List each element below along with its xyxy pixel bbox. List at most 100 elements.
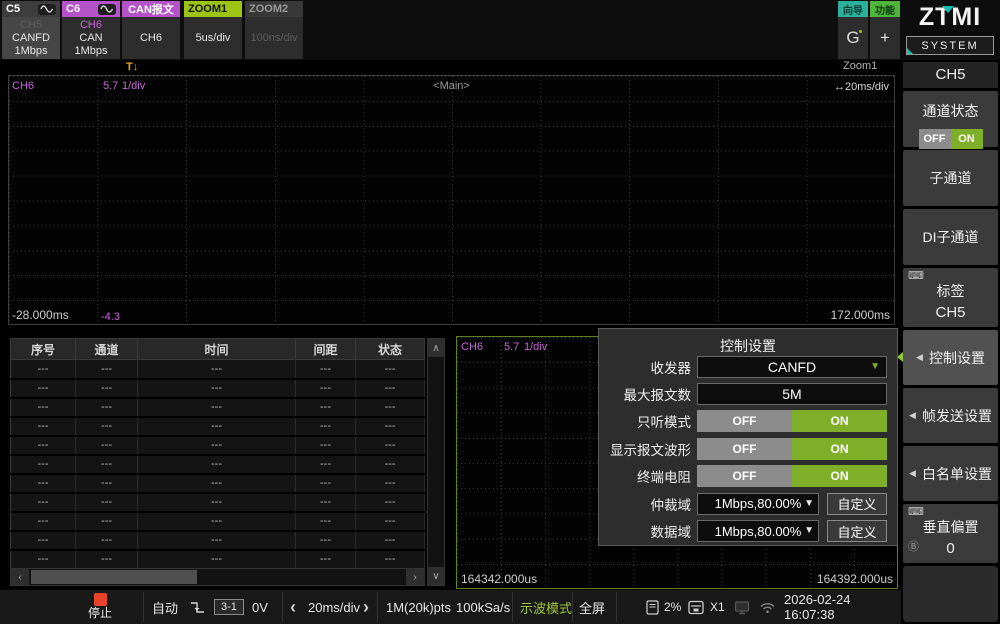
scroll-down-button[interactable]: ∨ <box>428 567 444 585</box>
sidebar-sub-channel[interactable]: 子通道 <box>903 150 998 206</box>
toggle-on[interactable]: ON <box>792 465 887 487</box>
scroll-up-button[interactable]: ∧ <box>428 339 444 357</box>
tab-c6[interactable]: C6 CH6 CAN 1Mbps <box>62 1 120 59</box>
max-frames-input[interactable]: 5M <box>697 383 887 405</box>
sidebar-whitelist-settings[interactable]: ◀白名单设置 <box>903 446 998 501</box>
timebase-decrease-button[interactable]: ‹ <box>290 590 296 624</box>
tab-zoom2-title: ZOOM2 <box>249 3 288 15</box>
sidebar-control-settings[interactable]: ◀控制设置 <box>903 330 998 385</box>
table-row[interactable]: --------------- <box>11 531 425 550</box>
message-list-panel: 序号通道时间间距状态 -----------------------------… <box>8 338 445 588</box>
tab-c5-header: C5 <box>2 1 60 17</box>
data-field-custom-button[interactable]: 自定义 <box>827 520 887 542</box>
terminal-resistor-toggle[interactable]: OFF ON <box>697 465 887 487</box>
table-row[interactable]: --------------- <box>11 512 425 531</box>
table-cell: --- <box>296 379 356 398</box>
tab-zoom1[interactable]: ZOOM1 5us/div <box>184 1 242 59</box>
show-frame-wave-toggle[interactable]: OFF ON <box>697 438 887 460</box>
table-row[interactable]: --------------- <box>11 360 425 379</box>
message-table: 序号通道时间间距状态 -----------------------------… <box>10 338 425 570</box>
main-time-left: -28.000ms <box>12 308 69 322</box>
table-cell: --- <box>11 417 76 436</box>
channel-state-toggle[interactable]: OFF ON <box>919 129 983 149</box>
table-row[interactable]: --------------- <box>11 436 425 455</box>
toggle-on[interactable]: ON <box>951 129 983 149</box>
toggle-off[interactable]: OFF <box>697 465 792 487</box>
datetime-value: 2026-02-24 16:07:38 <box>784 590 901 624</box>
table-cell: --- <box>356 512 425 531</box>
sidebar-frame-send-settings[interactable]: ◀帧发送设置 <box>903 388 998 443</box>
toggle-off[interactable]: OFF <box>697 438 792 460</box>
listen-only-toggle[interactable]: OFF ON <box>697 410 887 432</box>
scope-mode-label[interactable]: 示波模式 <box>520 590 572 624</box>
logo-triangle-icon <box>942 6 954 13</box>
scroll-right-button[interactable]: › <box>406 569 424 585</box>
timebase-value[interactable]: 20ms/div <box>308 590 360 624</box>
table-cell: --- <box>138 436 296 455</box>
tab-zoom1-timebase: 5us/div <box>184 32 242 45</box>
tab-c6-channel: CH6 <box>62 19 120 32</box>
sidebar-di-sub-channel[interactable]: DI子通道 <box>903 209 998 265</box>
arbitration-custom-button[interactable]: 自定义 <box>827 493 887 515</box>
monitor-icon <box>734 590 750 624</box>
scroll-left-button[interactable]: ‹ <box>11 569 29 585</box>
sidebar-vertical-offset[interactable]: ⌨ Ⓑ 垂直偏置 0 <box>903 504 998 563</box>
guide-button[interactable]: 向导 G <box>838 1 868 59</box>
table-row[interactable]: --------------- <box>11 455 425 474</box>
record-length-value[interactable]: 1M(20k)pts <box>386 590 451 624</box>
arbitration-select[interactable]: 1Mbps,80.00% ▼ <box>697 493 819 515</box>
tab-zoom2[interactable]: ZOOM2 100ns/div <box>245 1 303 59</box>
horizontal-scroll-thumb[interactable] <box>31 570 197 584</box>
table-row[interactable]: --------------- <box>11 398 425 417</box>
divider <box>282 592 283 622</box>
vertical-scrollbar[interactable]: ∧ ∨ <box>427 338 445 586</box>
horizontal-scrollbar[interactable]: ‹ › <box>10 568 425 586</box>
timebase-increase-button[interactable]: › <box>363 590 369 624</box>
listen-only-row: 只听模式 OFF ON <box>599 408 897 435</box>
divider <box>572 592 573 622</box>
scroll-left-icon: ‹ <box>18 572 21 583</box>
table-cell: --- <box>76 455 138 474</box>
divider <box>377 592 378 622</box>
battery-percent: 2% <box>664 590 681 624</box>
sample-rate-value[interactable]: 100kSa/s <box>456 590 510 624</box>
arbitration-value: 1Mbps,80.00% <box>697 493 819 515</box>
transceiver-select[interactable]: CANFD ▼ <box>697 356 887 378</box>
tab-c5[interactable]: C5 CH5 CANFD 1Mbps <box>2 1 60 59</box>
wifi-icon <box>759 590 776 624</box>
toggle-off[interactable]: OFF <box>919 129 951 149</box>
max-frames-value: 5M <box>697 383 887 405</box>
guide-icon: G <box>838 17 868 59</box>
sidebar-tag[interactable]: ⌨ 标签 CH5 <box>903 268 998 327</box>
trigger-source-box[interactable]: 3-1 <box>214 590 244 624</box>
table-row[interactable]: --------------- <box>11 379 425 398</box>
table-cell: --- <box>356 531 425 550</box>
toggle-off[interactable]: OFF <box>697 410 792 432</box>
table-row[interactable]: --------------- <box>11 474 425 493</box>
function-button[interactable]: 功能 + <box>870 1 900 59</box>
table-cell: --- <box>76 379 138 398</box>
toggle-on[interactable]: ON <box>792 410 887 432</box>
system-button[interactable]: SYSTEM <box>906 36 994 55</box>
storage-mult-value[interactable]: X1 <box>710 590 725 624</box>
trigger-position-marker[interactable]: T↓ <box>126 61 138 73</box>
table-row[interactable]: --------------- <box>11 417 425 436</box>
run-stop-control[interactable]: 停止 <box>78 592 122 620</box>
channel-state-label: 通道状态 <box>903 91 998 121</box>
toggle-on[interactable]: ON <box>792 438 887 460</box>
max-frames-label: 最大报文数 <box>599 384 691 404</box>
tab-can-message[interactable]: CAN报文 CH6 <box>122 1 180 59</box>
data-field-select[interactable]: 1Mbps,80.00% ▼ <box>697 520 819 542</box>
main-waveform-area[interactable]: CH6 5.7 1/div <Main> ↔20ms/div -28.000ms… <box>8 75 895 325</box>
table-row[interactable]: --------------- <box>11 550 425 569</box>
guide-g-glyph: G <box>846 28 859 48</box>
brand-logo-block: ZTMI SYSTEM <box>903 2 997 58</box>
table-row[interactable]: --------------- <box>11 493 425 512</box>
trigger-mode-auto[interactable]: 自动 <box>152 590 178 624</box>
trigger-level-value[interactable]: 0V <box>252 590 268 624</box>
sidebar-channel-state[interactable]: 通道状态 OFF ON <box>903 91 998 147</box>
guide-dot <box>859 30 862 33</box>
fullscreen-button[interactable]: 全屏 <box>579 590 605 624</box>
spacer-line <box>184 19 242 32</box>
table-header-cell: 时间 <box>138 339 296 360</box>
